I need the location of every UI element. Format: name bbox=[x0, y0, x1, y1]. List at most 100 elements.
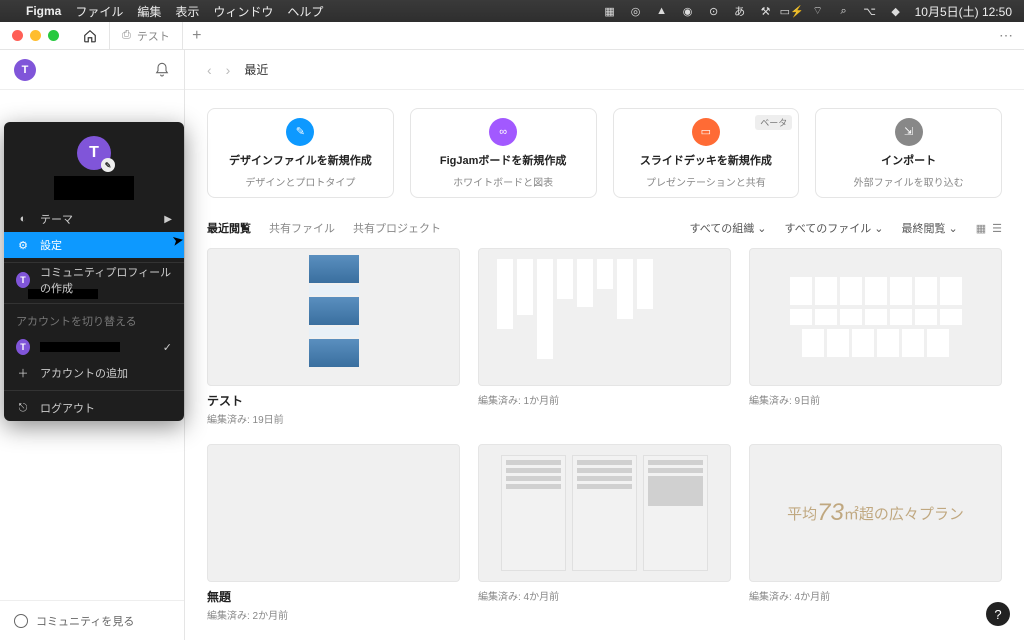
menu-theme[interactable]: ◐ テーマ ▶ bbox=[4, 206, 184, 232]
logout-icon: ⎋ bbox=[16, 402, 30, 415]
chevron-down-icon: ⌄ bbox=[874, 222, 883, 235]
project-card[interactable]: 編集済み: 9日前 bbox=[749, 248, 1002, 426]
status-icon[interactable]: ⊙ bbox=[707, 4, 721, 18]
filter-tab-recent[interactable]: 最近閲覧 bbox=[207, 220, 251, 236]
menubar-app[interactable]: Figma bbox=[26, 4, 61, 18]
filter-tab-shared-files[interactable]: 共有ファイル bbox=[269, 220, 335, 236]
cursor-icon: ➤ bbox=[171, 231, 186, 250]
project-thumb bbox=[207, 444, 460, 582]
card-new-figjam[interactable]: ∞ FigJamボードを新規作成 ホワイトボードと図表 bbox=[410, 108, 597, 198]
project-card[interactable]: 編集済み: 1か月前 bbox=[478, 248, 731, 426]
chevron-right-icon: ▶ bbox=[164, 214, 172, 225]
input-icon[interactable]: あ bbox=[733, 4, 747, 18]
slides-icon: ▭ bbox=[692, 118, 720, 146]
project-meta: 編集済み: 19日前 bbox=[207, 411, 460, 426]
control-center-icon[interactable]: ⌥ bbox=[863, 4, 877, 18]
plus-icon: ＋ bbox=[16, 365, 30, 381]
project-name: テスト bbox=[207, 392, 460, 409]
card-new-slides[interactable]: ベータ ▭ スライドデッキを新規作成 プレゼンテーションと共有 bbox=[613, 108, 800, 198]
menu-edit[interactable]: 編集 bbox=[137, 3, 161, 20]
project-name: 無題 bbox=[207, 588, 460, 605]
card-new-design[interactable]: ✎ デザインファイルを新規作成 デザインとプロトタイプ bbox=[207, 108, 394, 198]
project-card[interactable]: 平均73㎡超の広々プラン 編集済み: 4か月前 bbox=[749, 444, 1002, 622]
bell-icon[interactable] bbox=[154, 62, 170, 78]
filter-files[interactable]: すべてのファイル⌄ bbox=[784, 220, 883, 236]
menu-file[interactable]: ファイル bbox=[75, 3, 123, 20]
link-icon: ∞ bbox=[489, 118, 517, 146]
project-card[interactable]: テスト 編集済み: 19日前 bbox=[207, 248, 460, 426]
edit-avatar-icon[interactable]: ✎ bbox=[101, 158, 115, 172]
nav-forward-button[interactable]: › bbox=[226, 62, 231, 78]
sidebar-community[interactable]: コミュニティを見る bbox=[0, 600, 184, 640]
import-icon: ⇲ bbox=[895, 118, 923, 146]
status-icon[interactable]: ▲ bbox=[655, 4, 669, 18]
new-tab-button[interactable]: + bbox=[183, 27, 211, 45]
line-icon[interactable]: ◉ bbox=[681, 4, 695, 18]
macos-menubar: Figma ファイル 編集 表示 ウィンドウ ヘルプ ▦ ◎ ▲ ◉ ⊙ あ ⚒… bbox=[0, 0, 1024, 22]
chevron-down-icon: ⌄ bbox=[949, 222, 958, 235]
sliders-icon: ⚙ bbox=[16, 239, 30, 252]
beta-badge: ベータ bbox=[755, 115, 792, 130]
tab-home[interactable] bbox=[71, 22, 110, 49]
overflow-menu[interactable]: ⋯ bbox=[999, 27, 1014, 44]
card-import[interactable]: ⇲ インポート 外部ファイルを取り込む bbox=[815, 108, 1002, 198]
project-thumb: 平均73㎡超の広々プラン bbox=[749, 444, 1002, 582]
project-meta: 編集済み: 4か月前 bbox=[478, 588, 731, 603]
wifi-icon[interactable]: ⌔ bbox=[811, 4, 825, 18]
menu-current-account[interactable]: T ✓ bbox=[4, 334, 184, 360]
filter-bar: 最近閲覧 共有ファイル 共有プロジェクト すべての組織⌄ すべてのファイル⌄ 最… bbox=[207, 220, 1002, 236]
filter-tab-shared-projects[interactable]: 共有プロジェクト bbox=[353, 220, 441, 236]
grid-view-icon[interactable]: ▦ bbox=[976, 222, 986, 235]
pen-icon: ✎ bbox=[286, 118, 314, 146]
home-icon bbox=[83, 29, 97, 43]
status-icon[interactable]: ◎ bbox=[629, 4, 643, 18]
menu-switch-account-label: アカウントを切り替える bbox=[4, 308, 184, 334]
bluetooth-icon[interactable]: ⚒ bbox=[759, 4, 773, 18]
theme-icon: ◐ bbox=[16, 213, 30, 225]
list-view-icon[interactable]: ☰ bbox=[992, 222, 1002, 235]
file-icon: ⎙ bbox=[122, 29, 131, 42]
window-controls[interactable] bbox=[0, 30, 71, 41]
filter-sort[interactable]: 最終閲覧⌄ bbox=[902, 220, 958, 236]
menu-view[interactable]: 表示 bbox=[175, 3, 199, 20]
menu-help[interactable]: ヘルプ bbox=[287, 3, 323, 20]
menu-avatar[interactable]: T ✎ bbox=[77, 136, 111, 170]
user-avatar[interactable]: T bbox=[14, 59, 36, 81]
project-meta: 編集済み: 9日前 bbox=[749, 392, 1002, 407]
redacted-account bbox=[40, 342, 120, 352]
menu-window[interactable]: ウィンドウ bbox=[213, 3, 273, 20]
sidebar-community-label: コミュニティを見る bbox=[36, 613, 134, 629]
avatar-icon: T bbox=[16, 272, 30, 288]
check-icon: ✓ bbox=[163, 341, 172, 354]
tab-file[interactable]: ⎙ テスト bbox=[110, 22, 183, 49]
breadcrumb-bar: ‹ › 最近 bbox=[185, 50, 1024, 90]
nav-back-button[interactable]: ‹ bbox=[207, 62, 212, 78]
chevron-down-icon: ⌄ bbox=[757, 222, 766, 235]
project-card[interactable]: 無題 編集済み: 2か月前 bbox=[207, 444, 460, 622]
breadcrumb: 最近 bbox=[244, 61, 268, 78]
spotlight-icon[interactable]: ⌕ bbox=[837, 4, 851, 18]
project-thumb bbox=[478, 248, 731, 386]
account-menu: T ✎ ◐ テーマ ▶ ⚙ 設定 T コミュニティプロフィールの作成 アカウント… bbox=[4, 122, 184, 421]
project-meta: 編集済み: 2か月前 bbox=[207, 607, 460, 622]
siri-icon[interactable]: ◆ bbox=[889, 4, 903, 18]
menu-logout[interactable]: ⎋ ログアウト bbox=[4, 395, 184, 421]
battery-icon[interactable]: ▭⚡ bbox=[785, 4, 799, 18]
project-card[interactable]: 編集済み: 4か月前 bbox=[478, 444, 731, 622]
filter-org[interactable]: すべての組織⌄ bbox=[689, 220, 766, 236]
close-icon[interactable] bbox=[12, 30, 23, 41]
project-meta: 編集済み: 4か月前 bbox=[749, 588, 1002, 603]
menu-add-account[interactable]: ＋ アカウントの追加 bbox=[4, 360, 184, 386]
menu-settings[interactable]: ⚙ 設定 bbox=[4, 232, 184, 258]
redacted-name bbox=[54, 176, 134, 200]
avatar-icon: T bbox=[16, 339, 30, 355]
help-button[interactable]: ? bbox=[986, 602, 1010, 626]
globe-icon bbox=[14, 614, 28, 628]
window-titlebar: ⎙ テスト + ⋯ bbox=[0, 22, 1024, 50]
tab-label: テスト bbox=[137, 28, 170, 44]
project-thumb bbox=[207, 248, 460, 386]
zoom-icon[interactable] bbox=[48, 30, 59, 41]
status-icon[interactable]: ▦ bbox=[603, 4, 617, 18]
minimize-icon[interactable] bbox=[30, 30, 41, 41]
menubar-clock[interactable]: 10月5日(土) 12:50 bbox=[915, 3, 1012, 20]
